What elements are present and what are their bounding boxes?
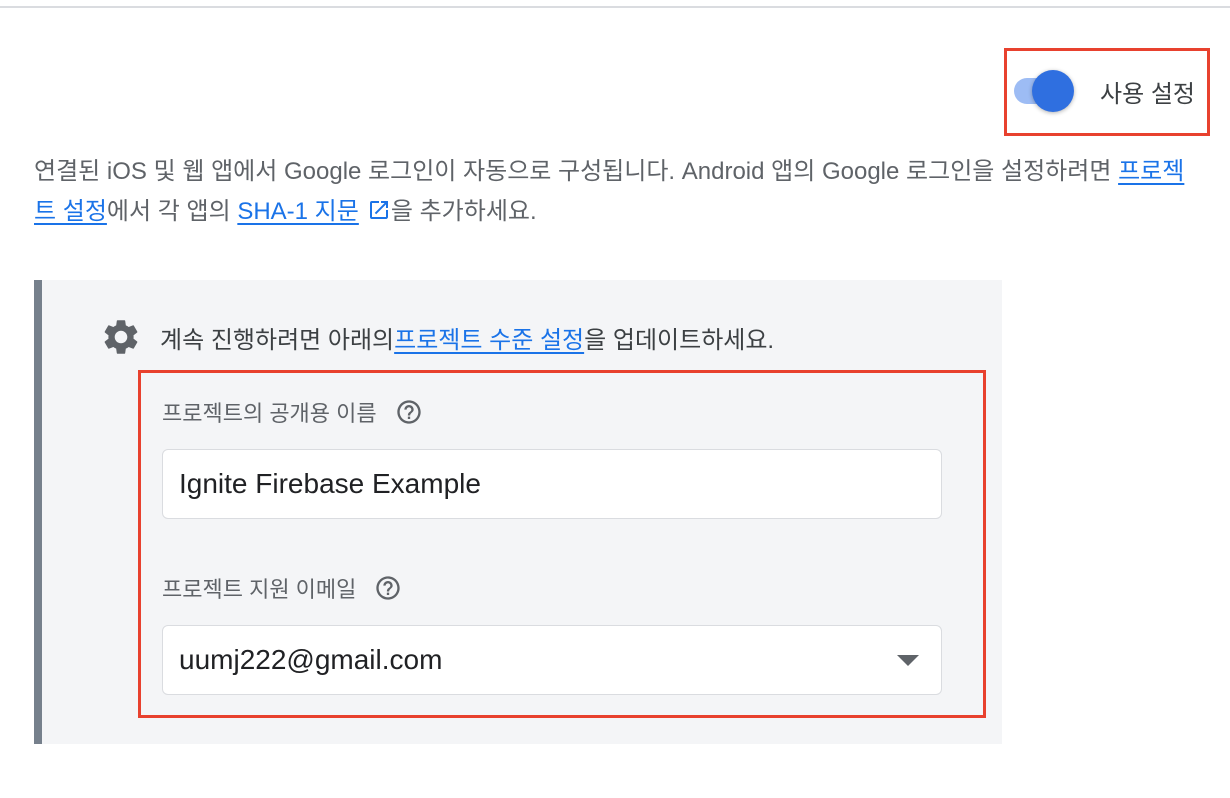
notice-text-2: 을 업데이트하세요. [584, 326, 775, 354]
page: 사용 설정 연결된 iOS 및 웹 앱에서 Google 로그인이 자동으로 구… [0, 0, 1230, 798]
enable-toggle[interactable]: 사용 설정 [1014, 69, 1195, 113]
public-name-input[interactable] [179, 468, 925, 500]
support-email-value[interactable]: uumj222@gmail.com [179, 644, 897, 676]
description-text-1: 연결된 iOS 및 웹 앱에서 Google 로그인이 자동으로 구성됩니다. … [34, 158, 1119, 185]
project-settings-panel: 계속 진행하려면 아래의 프로젝트 수준 설정 을 업데이트하세요. 프로젝트의 … [34, 280, 1002, 744]
settings-notice: 계속 진행하려면 아래의 프로젝트 수준 설정 을 업데이트하세요. [100, 316, 774, 358]
description: 연결된 iOS 및 웹 앱에서 Google 로그인이 자동으로 구성됩니다. … [34, 152, 1194, 235]
public-name-label-text: 프로젝트의 공개용 이름 [162, 401, 377, 426]
support-email-select[interactable]: uumj222@gmail.com [162, 625, 942, 695]
public-name-label: 프로젝트의 공개용 이름 [162, 396, 423, 428]
public-name-field[interactable] [162, 449, 942, 519]
top-divider [0, 6, 1230, 8]
toggle-track[interactable] [1014, 70, 1074, 112]
help-icon[interactable] [374, 574, 402, 602]
toggle-knob[interactable] [1032, 70, 1074, 112]
support-email-label: 프로젝트 지원 이메일 [162, 572, 402, 604]
toggle-label: 사용 설정 [1100, 80, 1195, 108]
gear-icon [104, 320, 138, 354]
project-level-settings-link[interactable]: 프로젝트 수준 설정 [394, 320, 584, 355]
description-text-2: 에서 각 앱의 [106, 198, 238, 225]
help-icon[interactable] [395, 398, 423, 426]
sha1-link-label[interactable]: SHA-1 지문 [237, 198, 359, 225]
description-text-3: 을 추가하세요. [390, 198, 537, 225]
external-link-icon[interactable] [367, 195, 391, 235]
caret-down-icon[interactable] [897, 654, 919, 666]
sha1-fingerprint-link[interactable]: SHA-1 지문 [237, 198, 359, 225]
notice-text-1: 계속 진행하려면 아래의 [160, 326, 395, 354]
support-email-label-text: 프로젝트 지원 이메일 [162, 577, 357, 602]
